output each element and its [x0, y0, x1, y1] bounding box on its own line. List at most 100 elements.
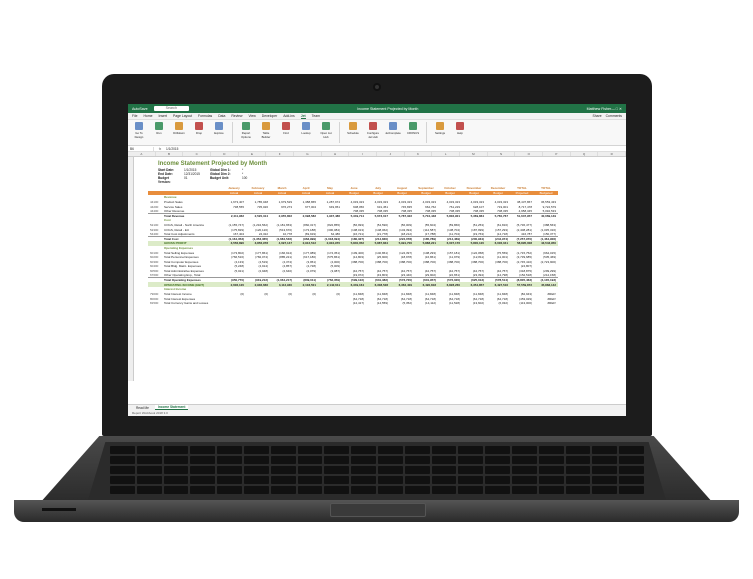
menu-item[interactable]: Formulas — [198, 114, 212, 118]
value-cell[interactable]: 2,098,582 — [294, 213, 318, 219]
value-cell[interactable]: (113,000) — [510, 301, 534, 306]
value-cell[interactable]: 6,308,528 — [366, 282, 390, 288]
name-box[interactable]: B6 — [128, 146, 154, 151]
value-cell[interactable] — [318, 301, 342, 306]
share-button[interactable]: Share — [593, 114, 602, 118]
menu-item[interactable]: Page Layout — [173, 114, 192, 118]
value-cell[interactable]: 2,520,314 — [246, 213, 270, 219]
value-cell[interactable]: 6,349,164 — [342, 282, 366, 288]
menu-item[interactable]: Jet — [300, 114, 306, 119]
menu-item[interactable]: Review — [231, 114, 242, 118]
value-cell[interactable]: (13,602) — [462, 301, 486, 306]
value-cell[interactable] — [222, 301, 246, 306]
ribbon-button[interactable]: CRONUS — [406, 122, 420, 143]
value-cell[interactable]: 6,497,516 — [486, 282, 510, 288]
ribbon-button[interactable]: Run — [152, 122, 166, 143]
value-cell[interactable]: 2,955,802 — [270, 213, 294, 219]
value-cell[interactable]: 6,362,409 — [390, 282, 414, 288]
search-input[interactable]: Search — [153, 106, 189, 111]
value-cell[interactable]: 5,787,322 — [390, 213, 414, 219]
value-cell[interactable]: 6,354,857 — [462, 282, 486, 288]
menu-item[interactable]: View — [248, 114, 255, 118]
value-cell[interactable]: 5,704,448 — [414, 213, 438, 219]
ribbon-button[interactable]: Go To Design — [132, 122, 146, 143]
ribbon-button[interactable]: Open Jet Hub — [319, 122, 333, 143]
comments-button[interactable]: Comments — [606, 114, 622, 118]
sheet-tab[interactable]: Read Me — [136, 406, 149, 410]
value-cell[interactable]: 2,904,970 — [318, 241, 342, 246]
value-cell[interactable]: 2,606,120 — [222, 282, 246, 288]
menu-item[interactable]: File — [132, 114, 137, 118]
value-cell[interactable]: (11,528) — [438, 301, 462, 306]
value-cell[interactable]: 58,895,008 — [510, 241, 534, 246]
value-cell[interactable]: (5,352) — [390, 301, 414, 306]
value-cell[interactable]: 5,888,221 — [414, 241, 438, 246]
value-cell[interactable]: 51,637,957 — [510, 213, 534, 219]
value-cell[interactable]: 3,856,978 — [246, 241, 270, 246]
ribbon-label: Find — [283, 131, 289, 135]
ribbon-button[interactable]: Table Builder — [259, 122, 273, 143]
key — [619, 446, 644, 454]
value-cell[interactable]: 5,349,714 — [342, 213, 366, 219]
value-cell[interactable]: 2,936,666 — [246, 282, 270, 288]
value-cell[interactable]: (14,112) — [414, 301, 438, 306]
ribbon-button[interactable]: Settings — [433, 122, 447, 143]
value-cell[interactable]: 4,097,147 — [270, 241, 294, 246]
value-cell[interactable]: 5,802,901 — [438, 213, 462, 219]
income-table[interactable]: January February March April May June July Augu… — [148, 186, 558, 305]
value-cell[interactable]: 6,828,260 — [438, 282, 462, 288]
value-cell[interactable]: 5,840,052 — [342, 241, 366, 246]
ribbon-button[interactable]: Lookup — [299, 122, 313, 143]
ribbon-button[interactable]: Drilldown — [172, 122, 186, 143]
ribbon-button[interactable]: Report Options — [239, 122, 253, 143]
menu-item[interactable]: Data — [218, 114, 225, 118]
value-cell[interactable]: 5,673,017 — [366, 213, 390, 219]
ribbon-button[interactable]: Schedule — [346, 122, 360, 143]
ribbon-button[interactable]: Help — [453, 122, 467, 143]
value-cell[interactable]: 6,007,176 — [438, 241, 462, 246]
menu-item[interactable]: Add-ins — [283, 114, 295, 118]
value-cell[interactable]: 6,006,041 — [486, 241, 510, 246]
value-cell[interactable]: 5,369,864 — [462, 213, 486, 219]
worksheet[interactable]: Income Statement Projected by Month Star… — [128, 157, 626, 381]
menu-item[interactable]: Insert — [159, 114, 167, 118]
value-cell[interactable]: 5,800,120 — [462, 241, 486, 246]
autosave-label[interactable]: AutoSave — [132, 107, 148, 111]
formula-input[interactable]: 1/1/2015 — [166, 147, 178, 151]
table-row[interactable]: 81500 Total Currency Gains and Losses (12,… — [148, 301, 558, 306]
value-cell[interactable]: (6,032) — [486, 301, 510, 306]
value-cell[interactable]: 40,069,149 — [534, 213, 558, 219]
value-cell[interactable]: 45,883,142 — [534, 282, 558, 288]
menu-item[interactable]: Team — [312, 114, 320, 118]
ribbon-button[interactable]: JetComplete — [385, 122, 401, 143]
value-cell[interactable]: (14,559) — [366, 301, 390, 306]
value-cell[interactable]: 2,142,611 — [318, 282, 342, 288]
value-cell[interactable]: 3,112,930 — [270, 282, 294, 288]
value-cell[interactable]: 2,411,962 — [222, 213, 246, 219]
value-cell[interactable]: #REF! — [534, 301, 558, 306]
ribbon-button[interactable]: Configure Jet Hub — [366, 122, 380, 143]
value-cell[interactable]: 2,103,501 — [294, 282, 318, 288]
value-cell[interactable] — [294, 301, 318, 306]
value-cell[interactable]: 3,556,890 — [222, 241, 246, 246]
value-cell[interactable]: 5,887,834 — [366, 241, 390, 246]
value-cell[interactable]: 57,559,872 — [510, 282, 534, 288]
value-cell[interactable]: 2,912,512 — [294, 241, 318, 246]
value-cell[interactable]: (12,417) — [342, 301, 366, 306]
band-header: Budget — [366, 190, 390, 196]
ribbon-button[interactable]: Explore — [212, 122, 226, 143]
value-cell[interactable] — [270, 301, 294, 306]
value-cell[interactable] — [246, 301, 270, 306]
value-cell[interactable]: 5,760,767 — [486, 213, 510, 219]
ribbon-button[interactable]: Find — [279, 122, 293, 143]
value-cell[interactable]: 43,543,950 — [534, 241, 558, 246]
menu-item[interactable]: Home — [143, 114, 152, 118]
menu-item[interactable]: Developer — [262, 114, 277, 118]
value-cell[interactable]: 1,937,486 — [318, 213, 342, 219]
ribbon-button[interactable]: Drop — [192, 122, 206, 143]
key — [110, 466, 135, 474]
value-cell[interactable]: 6,490,818 — [414, 282, 438, 288]
value-cell[interactable]: 5,991,700 — [390, 241, 414, 246]
user-name[interactable]: Matthew Fisher — [587, 107, 612, 111]
window-controls[interactable]: — □ ✕ — [611, 107, 622, 111]
